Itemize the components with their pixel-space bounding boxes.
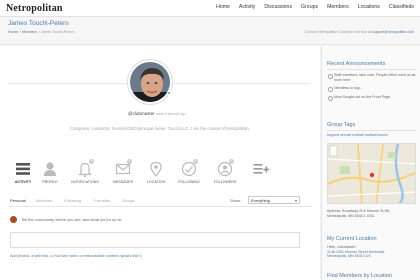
post-prompt: Tell the community where you are, and wh… <box>21 217 123 222</box>
tab-label: FOLLOWERS <box>213 180 237 184</box>
following-count: 0 <box>193 159 198 164</box>
tab-followers[interactable]: 0 FOLLOWERS <box>210 159 240 190</box>
avatar[interactable] <box>128 60 172 104</box>
map-graphic <box>328 144 415 203</box>
current-location: Hello, clubmaster! 1148-1201 Monroe Stre… <box>327 245 417 259</box>
messages-icon: 0 <box>114 159 132 178</box>
tab-label: ACTIVITY <box>14 180 32 184</box>
nav-classifieds[interactable]: Classifieds <box>389 4 414 10</box>
user-avatar-small <box>10 216 17 223</box>
tab-more[interactable] <box>246 160 276 190</box>
tab-activity[interactable]: ACTIVITY <box>8 160 38 190</box>
show-filter-label: Show: <box>230 198 242 203</box>
notifications-icon: 0 <box>76 159 94 178</box>
breadcrumb-home[interactable]: Home <box>8 30 18 34</box>
messages-count: 0 <box>127 159 132 164</box>
contact-email-link[interactable]: support@netropolitan.club <box>372 30 414 34</box>
notifications-count: 0 <box>89 159 94 164</box>
tab-location[interactable]: LOCATION <box>141 160 171 190</box>
divider <box>327 130 416 131</box>
chevron-down-icon: ▾ <box>294 198 297 203</box>
profile-bio: Composer, conductor, founder/CEO/princip… <box>70 126 250 131</box>
current-location-title: My Current Location <box>327 236 377 242</box>
nav-discussions[interactable]: Discussions <box>264 4 292 10</box>
breadcrumb-current: James Touchi-Peters <box>40 30 75 34</box>
activity-subtabs: Personal Mentions Following Favorites Gr… <box>8 196 312 207</box>
site-logo[interactable]: Netropolitan <box>6 3 63 14</box>
announcement-item[interactable]: Staff members, take note: People either … <box>328 73 417 82</box>
show-filter-value: Everything <box>251 198 270 203</box>
nav-activity[interactable]: Activity <box>239 4 255 10</box>
breadcrumb-separator: > <box>37 30 40 34</box>
tab-following[interactable]: 0 FOLLOWING <box>174 159 204 190</box>
nav-home[interactable]: Home <box>216 4 230 10</box>
nav-members[interactable]: Members <box>327 4 349 10</box>
profile-icon <box>41 160 59 178</box>
announcement-item[interactable]: Most Sought-out on the Front Page <box>328 95 417 101</box>
nav-locations[interactable]: Locations <box>358 4 380 10</box>
contact-text: Contact Netropolitan Customer Service at <box>304 30 371 34</box>
post-update-form: Tell the community where you are, and wh… <box>8 213 312 273</box>
announcements-title: Recent Announcements <box>327 61 386 67</box>
contact-line: Contact Netropolitan Customer Service at… <box>305 30 414 34</box>
followers-count: 0 <box>229 159 234 164</box>
announcement-text: Most Sought-out on the Front Page <box>334 95 391 99</box>
tab-label: PROFILE <box>42 180 58 184</box>
announcement-text: Needless to say... <box>334 86 363 90</box>
announcement-item[interactable]: Needless to say... <box>328 86 417 92</box>
profile-handle: @clubmaster active 5 seconds ago <box>128 111 186 116</box>
show-filter-select[interactable]: Everything ▾ <box>248 196 300 204</box>
tab-messages[interactable]: 0 MESSAGES <box>108 159 138 190</box>
address-line: Minneapolis, MN 55413, USA <box>327 213 375 218</box>
subtab-groups[interactable]: Groups <box>122 198 135 203</box>
profile-tabs: ACTIVITY PROFILE 0 NOTIFICATIONS 0 MESSA… <box>8 159 312 190</box>
main-nav: Home Activity Discussions Groups Members… <box>216 4 414 10</box>
handle-text: @clubmaster <box>128 111 155 116</box>
nav-groups[interactable]: Groups <box>301 4 318 10</box>
tab-notifications[interactable]: 0 NOTIFICATIONS <box>70 159 100 190</box>
location-icon <box>147 160 165 178</box>
following-icon: 0 <box>180 159 198 178</box>
post-textarea[interactable] <box>10 232 300 248</box>
tab-label: FOLLOWING <box>178 180 200 184</box>
tab-label: LOCATION <box>146 180 166 184</box>
online-status-dot <box>167 91 171 95</box>
divider <box>327 69 416 70</box>
group-tags-title: Group Tags <box>327 122 356 128</box>
page-title: James Touchi-Peters <box>8 20 69 27</box>
page-header: James Touchi-Peters Home > Members > Jam… <box>0 17 420 45</box>
subtab-favorites[interactable]: Favorites <box>94 198 110 203</box>
location-map[interactable] <box>327 143 416 204</box>
tab-label: NOTIFICATIONS <box>71 180 99 184</box>
last-active: active 5 seconds ago <box>155 112 186 116</box>
subtab-personal[interactable]: Personal <box>10 198 26 203</box>
group-tags[interactable]: support service football football soccer <box>327 133 388 137</box>
subtab-mentions[interactable]: Mentions <box>36 198 52 203</box>
find-members-title: Find Members by Location <box>327 273 392 279</box>
breadcrumb-members[interactable]: Members <box>22 30 37 34</box>
subtab-following[interactable]: Following <box>64 198 81 203</box>
breadcrumb: Home > Members > James Touchi-Peters <box>8 30 74 34</box>
top-bar: Netropolitan Home Activity Discussions G… <box>0 0 420 17</box>
followers-icon: 0 <box>216 159 234 178</box>
sidebar: Recent Announcements Staff members, take… <box>321 46 420 280</box>
activity-icon <box>14 160 32 178</box>
location-city[interactable]: Minneapolis, MN 55413 US <box>327 254 417 259</box>
breadcrumb-separator: > <box>18 30 21 34</box>
address-block: Address: Broadway St & Monroe St NE, Min… <box>327 209 417 218</box>
more-icon <box>252 160 270 178</box>
tab-profile[interactable]: PROFILE <box>35 160 65 190</box>
add-media-link[interactable]: Add photos, a web link, a YouTube video … <box>10 254 142 258</box>
announcement-text: Staff members, take note: People either … <box>334 73 416 82</box>
tab-label: MESSAGES <box>112 180 134 184</box>
